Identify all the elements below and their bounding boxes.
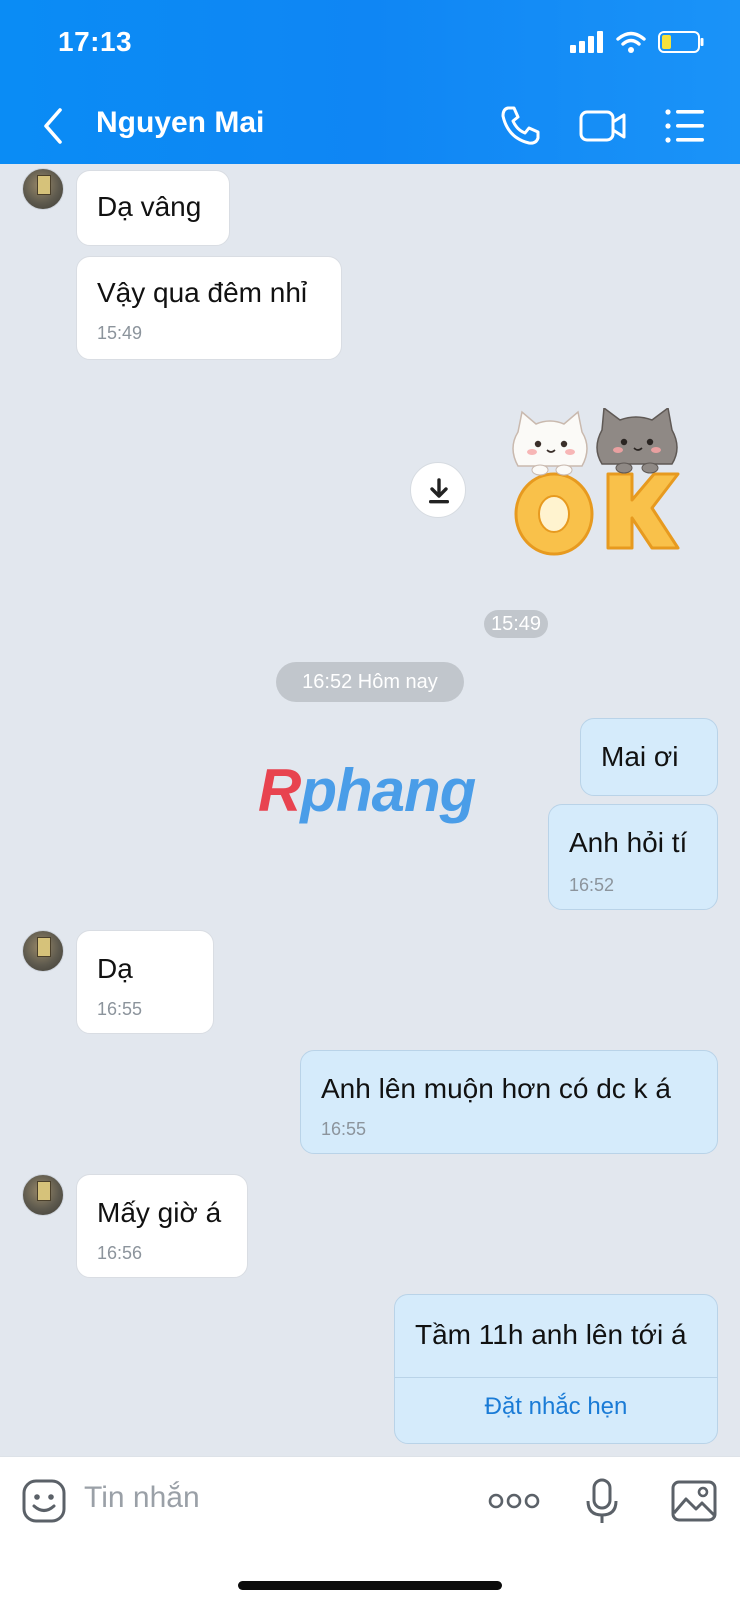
- contact-name[interactable]: Nguyen Mai: [96, 106, 264, 140]
- contact-avatar[interactable]: [22, 168, 64, 210]
- message-text: Mai ơi: [601, 741, 679, 772]
- download-button[interactable]: [410, 462, 466, 518]
- message-text: Dạ vâng: [97, 191, 202, 222]
- outgoing-message[interactable]: Anh lên muộn hơn có dc k á 16:55: [300, 1050, 718, 1154]
- message-time: 16:56: [97, 1243, 143, 1263]
- microphone-icon[interactable]: [578, 1477, 626, 1525]
- menu-list-icon[interactable]: [664, 102, 706, 150]
- message-time-pill: 15:49: [484, 610, 548, 638]
- more-options-icon[interactable]: [488, 1477, 540, 1525]
- watermark-logo: Rphang: [258, 757, 476, 824]
- phone-icon[interactable]: [496, 102, 544, 150]
- message-time: 16:55: [321, 1119, 367, 1139]
- message-time: 15:49: [97, 323, 143, 343]
- incoming-message[interactable]: Mấy giờ á 16:56: [76, 1174, 248, 1278]
- message-text: Vậy qua đêm nhỉ: [97, 277, 308, 308]
- date-divider: 16:52 Hôm nay: [276, 662, 464, 702]
- chat-area[interactable]: Dạ vâng Vậy qua đêm nhỉ 15:49 15:49 16:5…: [0, 164, 740, 1456]
- message-text: Dạ: [97, 953, 133, 984]
- incoming-message[interactable]: Dạ 16:55: [76, 930, 214, 1034]
- incoming-message[interactable]: Vậy qua đêm nhỉ 15:49: [76, 256, 342, 360]
- message-input[interactable]: Tin nhắn: [84, 1481, 200, 1515]
- home-indicator[interactable]: [238, 1581, 502, 1590]
- message-text: Mấy giờ á: [97, 1197, 222, 1228]
- video-call-icon[interactable]: [578, 102, 628, 150]
- cellular-signal-icon: [570, 31, 603, 53]
- image-gallery-icon[interactable]: [670, 1477, 718, 1525]
- download-icon: [429, 478, 449, 504]
- outgoing-message[interactable]: Anh hỏi tí 16:52: [548, 804, 718, 910]
- outgoing-message[interactable]: Mai ơi: [580, 718, 718, 796]
- chat-header: 17:13 Nguyen Mai: [0, 0, 740, 164]
- message-time: 16:55: [97, 999, 143, 1019]
- message-time: 16:52: [569, 875, 615, 895]
- contact-avatar[interactable]: [22, 930, 64, 972]
- status-icons: [570, 30, 704, 54]
- incoming-message[interactable]: Dạ vâng: [76, 170, 230, 246]
- message-input-bar: Tin nhắn: [0, 1456, 740, 1600]
- outgoing-message[interactable]: Tầm 11h anh lên tới á Đặt nhắc hẹn: [394, 1294, 718, 1444]
- emoji-sticker-icon[interactable]: [20, 1477, 68, 1525]
- message-text: Anh hỏi tí: [569, 827, 688, 858]
- contact-avatar[interactable]: [22, 1174, 64, 1216]
- status-time: 17:13: [58, 26, 133, 57]
- wifi-icon: [616, 31, 646, 53]
- message-text: Anh lên muộn hơn có dc k á: [321, 1073, 671, 1104]
- set-reminder-link[interactable]: Đặt nhắc hẹn: [395, 1377, 717, 1435]
- ok-cats-sticker[interactable]: [512, 408, 692, 568]
- back-arrow-icon[interactable]: [38, 104, 68, 148]
- message-text: Tầm 11h anh lên tới á: [415, 1319, 687, 1350]
- battery-icon: [658, 31, 704, 53]
- nav-row: Nguyen Mai: [0, 96, 740, 156]
